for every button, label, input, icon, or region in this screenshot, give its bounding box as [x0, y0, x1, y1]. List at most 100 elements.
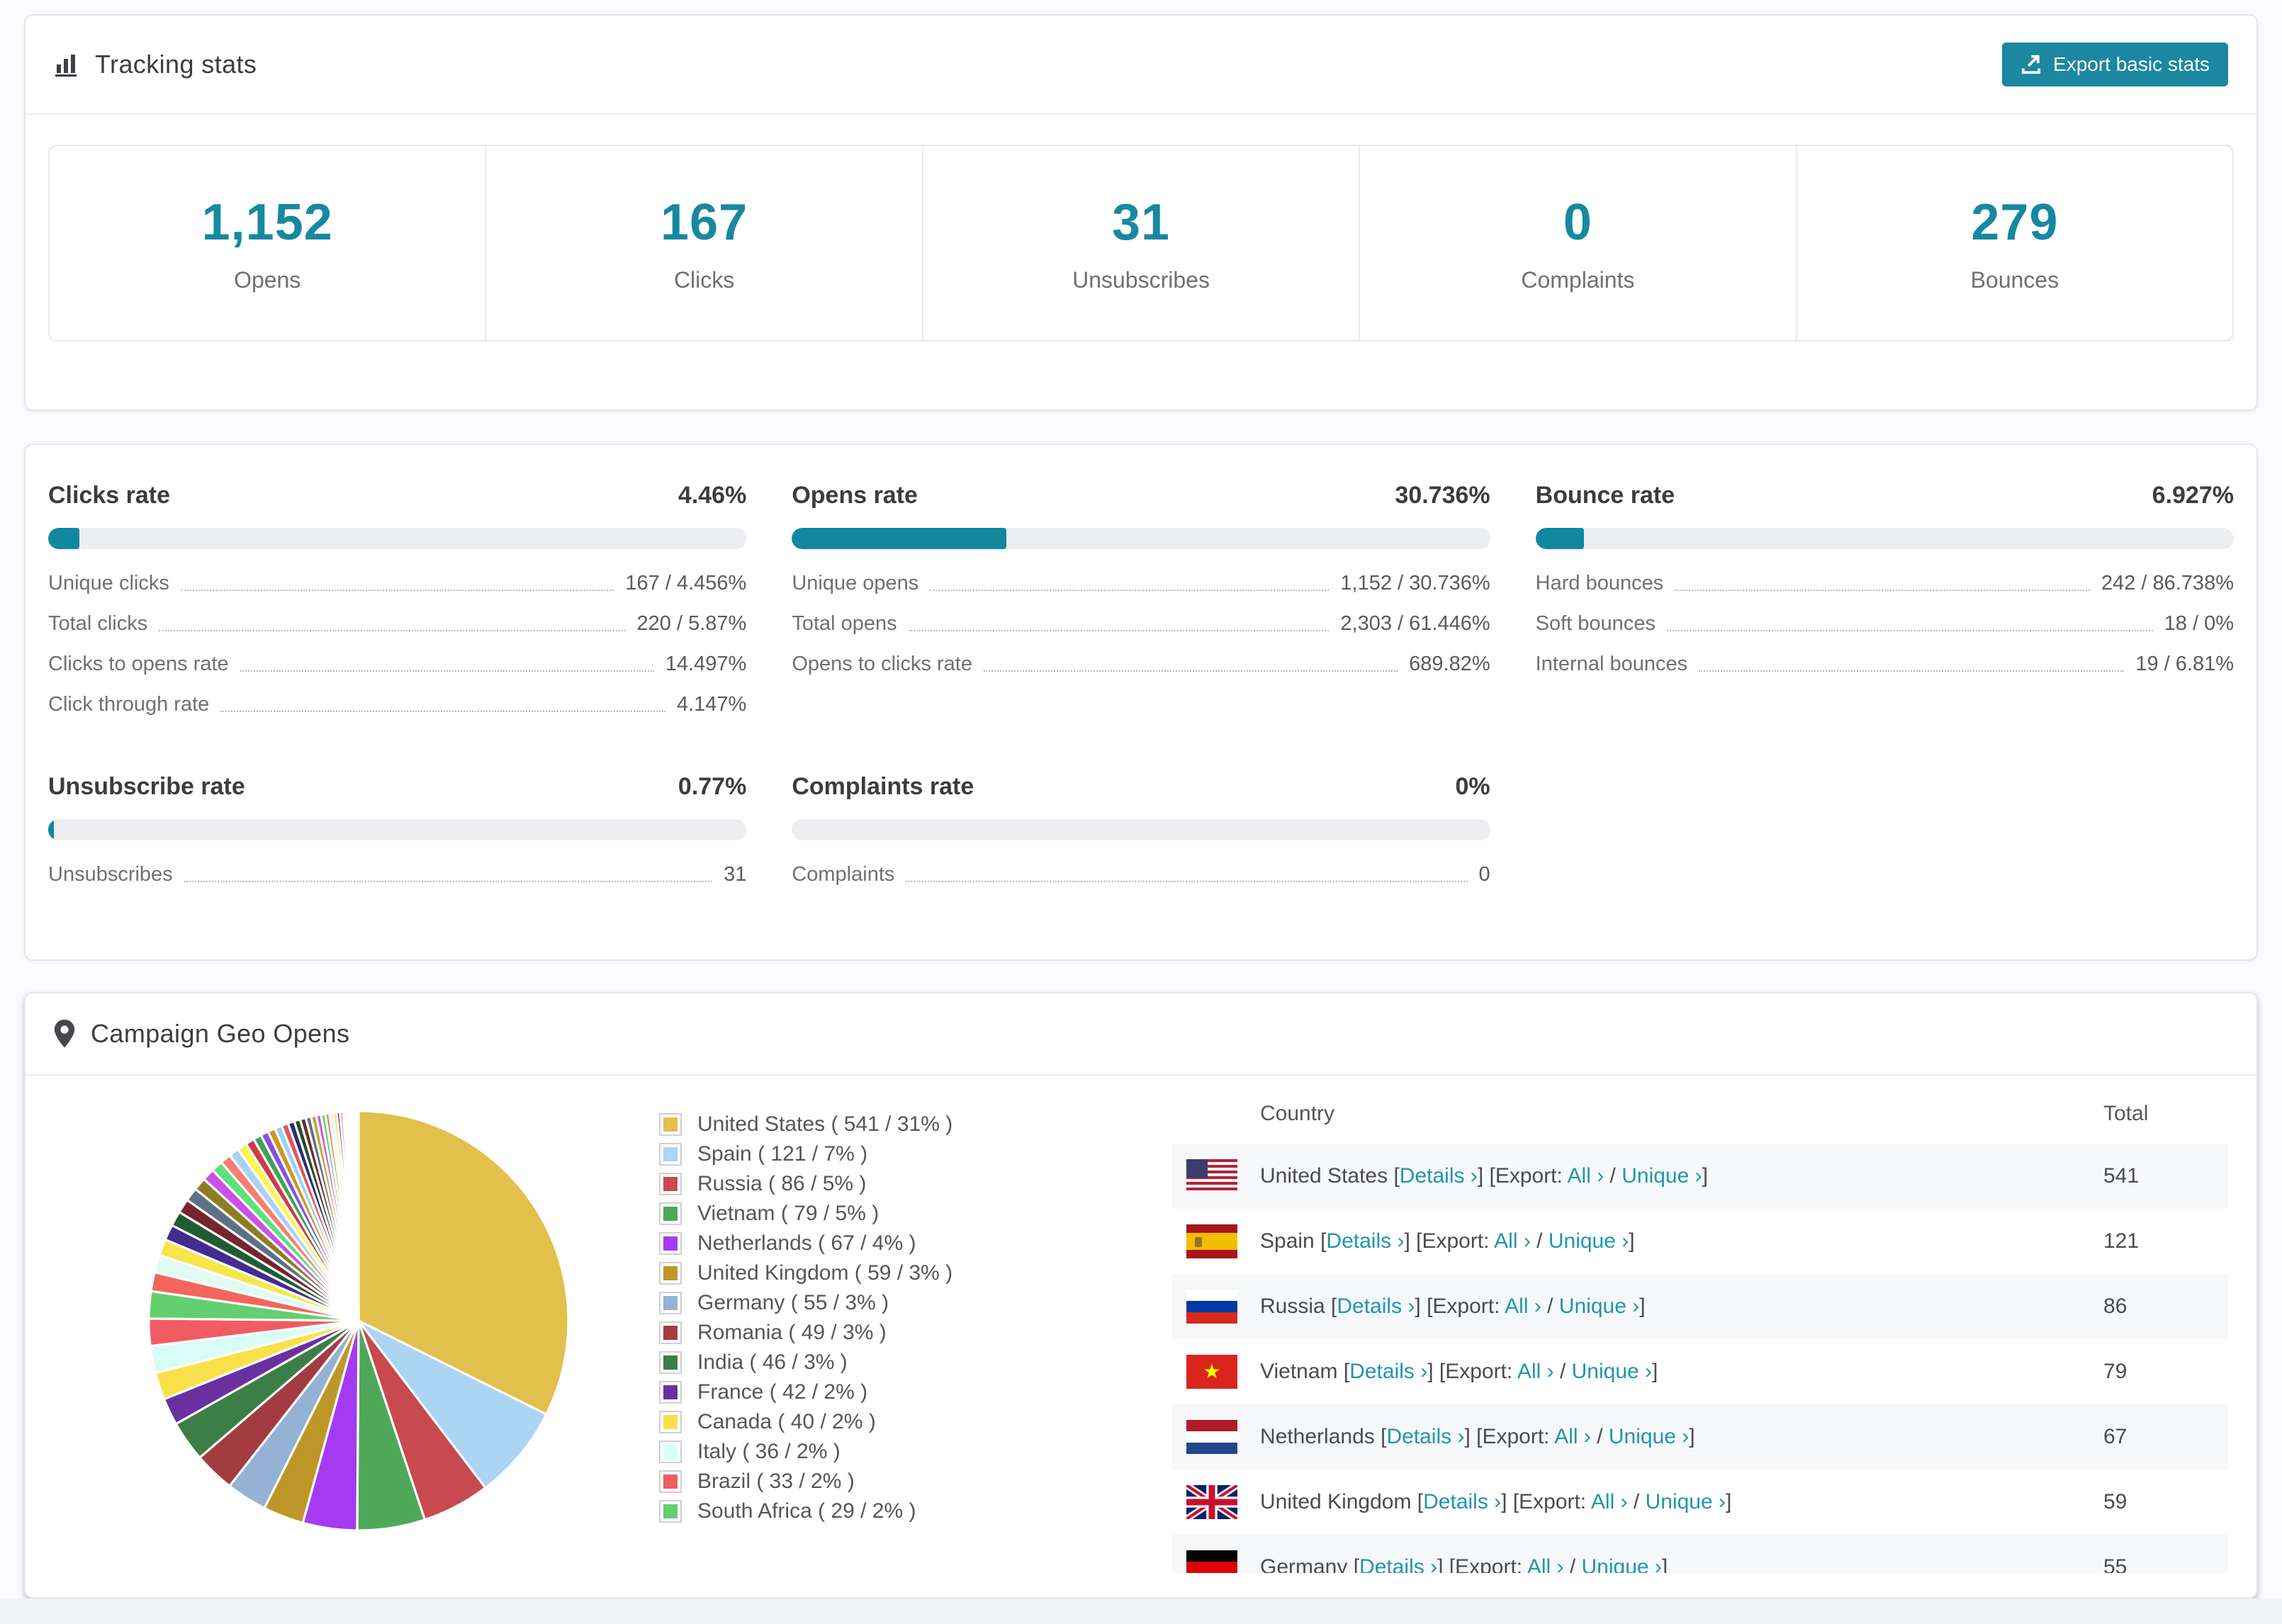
details-link[interactable]: Details › [1386, 1425, 1464, 1448]
separator-text: / [1590, 1425, 1609, 1448]
export-unique-link[interactable]: Unique › [1582, 1555, 1662, 1573]
legend-label: Russia ( 86 / 5% ) [697, 1172, 867, 1195]
dotted-leader [906, 881, 1468, 882]
legend-swatch [659, 1470, 682, 1493]
legend-swatch [659, 1292, 682, 1314]
rate-row-value: 242 / 86.738% [2101, 572, 2234, 594]
progress-bar-unsubscribe-rate [48, 819, 747, 840]
export-basic-stats-button[interactable]: Export basic stats [2002, 43, 2228, 86]
legend-label: France ( 42 / 2% ) [697, 1380, 868, 1404]
geo-table-header-row: Country Total [1172, 1084, 2228, 1144]
rate-block-clicks-rate: Clicks rate 4.46% Unique clicks 167 / 4.456… [48, 482, 747, 716]
bracket-text: ] [1629, 1229, 1635, 1253]
us-flag-icon [1186, 1159, 1237, 1193]
rate-row-unsubscribes: Unsubscribes 31 [48, 863, 746, 886]
page-background-strip [0, 1598, 2282, 1624]
legend-item-italy: Italy ( 36 / 2% ) [659, 1437, 1086, 1467]
rate-row-value: 0 [1478, 863, 1490, 886]
details-link[interactable]: Details › [1326, 1229, 1404, 1253]
export-unique-link[interactable]: Unique › [1548, 1229, 1629, 1253]
map-pin-icon [54, 1020, 75, 1048]
rate-row-label: Unique opens [792, 572, 919, 594]
legend-item-united-states: United States ( 541 / 31% ) [659, 1110, 1086, 1139]
table-row-germany: Germany [Details ›] [Export: All › / Uni… [1172, 1535, 2228, 1573]
rate-value: 4.46% [678, 482, 747, 509]
legend-swatch [659, 1262, 682, 1285]
country-row-text: Spain [Details ›] [Export: All › / Uniqu… [1260, 1229, 1635, 1253]
country-row-text: Russia [Details ›] [Export: All › / Uniq… [1260, 1295, 1646, 1319]
export-unique-link[interactable]: Unique › [1609, 1425, 1689, 1448]
country-row-text: Germany [Details ›] [Export: All › / Uni… [1260, 1555, 1668, 1573]
legend-swatch [659, 1440, 682, 1463]
rate-header-unsubscribe-rate: Unsubscribe rate 0.77% [48, 773, 746, 801]
export-unique-link[interactable]: Unique › [1559, 1295, 1639, 1318]
rate-title: Bounce rate [1535, 482, 1675, 509]
export-all-link[interactable]: All › [1554, 1425, 1591, 1448]
export-all-link[interactable]: All › [1591, 1490, 1628, 1513]
table-row-united-states: United States [Details ›] [Export: All ›… [1172, 1144, 2228, 1209]
country-cell: Vietnam [Details ›] [Export: All › / Uni… [1186, 1355, 2103, 1389]
legend-item-netherlands: Netherlands ( 67 / 4% ) [659, 1229, 1086, 1258]
export-icon [2020, 54, 2042, 75]
legend-label: Vietnam ( 79 / 5% ) [697, 1202, 879, 1225]
details-link[interactable]: Details › [1337, 1295, 1415, 1318]
export-unique-link[interactable]: Unique › [1646, 1490, 1726, 1513]
legend-item-vietnam: Vietnam ( 79 / 5% ) [659, 1199, 1086, 1229]
export-all-link[interactable]: All › [1568, 1164, 1604, 1188]
details-link[interactable]: Details › [1359, 1555, 1437, 1573]
table-row-vietnam: Vietnam [Details ›] [Export: All › / Uni… [1172, 1339, 2228, 1404]
legend-label: India ( 46 / 3% ) [697, 1350, 848, 1374]
legend-item-india: India ( 46 / 3% ) [659, 1348, 1086, 1377]
rate-row-hard-bounces: Hard bounces 242 / 86.738% [1536, 572, 2234, 595]
total-cell: 55 [2103, 1555, 2128, 1573]
stat-label-complaints: Complaints [1521, 266, 1635, 293]
tracking-stats-title: Tracking stats [95, 50, 257, 79]
rate-row-label: Unique clicks [48, 572, 169, 594]
progress-bar-opens-rate [792, 528, 1490, 549]
legend-item-canada: Canada ( 40 / 2% ) [659, 1407, 1086, 1437]
details-link[interactable]: Details › [1400, 1164, 1478, 1188]
export-all-link[interactable]: All › [1494, 1229, 1531, 1253]
nl-flag-icon [1186, 1420, 1237, 1454]
country-cell: Russia [Details ›] [Export: All › / Uniq… [1186, 1290, 2103, 1324]
export-unique-link[interactable]: Unique › [1621, 1164, 1702, 1188]
export-all-link[interactable]: All › [1527, 1555, 1564, 1573]
export-all-link[interactable]: All › [1505, 1295, 1541, 1318]
export-all-link[interactable]: All › [1517, 1360, 1554, 1383]
bracket-text: ] [Export: [1477, 1164, 1568, 1188]
geo-table-body: United States [Details ›] [Export: All ›… [1172, 1144, 2228, 1573]
progress-bar-clicks-rate [48, 528, 747, 549]
bracket-text: ] [1702, 1164, 1708, 1188]
dotted-leader [908, 630, 1330, 631]
pie-slice-53[interactable] [356, 1110, 360, 1322]
legend-label: Brazil ( 33 / 2% ) [697, 1470, 855, 1493]
table-row-united-kingdom: United Kingdom [Details ›] [Export: All … [1172, 1470, 2228, 1535]
rate-row-value: 2,303 / 61.446% [1340, 612, 1490, 635]
rates-card: Clicks rate 4.46% Unique clicks 167 / 4.456… [24, 444, 2258, 961]
country-name: United States [ [1260, 1164, 1400, 1188]
stat-value-clicks: 167 [661, 193, 748, 251]
rate-block-bounce-rate: Bounce rate 6.927% Hard bounces 242 / 86.73… [1535, 482, 2234, 716]
legend-item-russia: Russia ( 86 / 5% ) [659, 1169, 1086, 1199]
legend-item-spain: Spain ( 121 / 7% ) [659, 1139, 1086, 1169]
stat-label-bounces: Bounces [1970, 266, 2059, 293]
rate-row-label: Clicks to opens rate [48, 653, 229, 675]
country-name: Spain [ [1260, 1229, 1327, 1253]
separator-text: / [1604, 1164, 1622, 1188]
dotted-leader [930, 590, 1330, 591]
rate-rows: Unsubscribes 31 [48, 863, 746, 886]
dashboard-page: Tracking stats Export basic stats 1,152 O… [0, 0, 2282, 1624]
rate-grid: Clicks rate 4.46% Unique clicks 167 / 4.456… [26, 445, 2256, 886]
rate-row-value: 31 [724, 863, 747, 886]
legend-swatch [659, 1113, 682, 1136]
country-cell: United Kingdom [Details ›] [Export: All … [1186, 1485, 2103, 1519]
bracket-text: ] [Export: [1437, 1555, 1527, 1573]
bracket-text: ] [Export: [1464, 1425, 1555, 1448]
details-link[interactable]: Details › [1349, 1360, 1427, 1383]
total-cell: 79 [2103, 1360, 2128, 1383]
legend-item-germany: Germany ( 55 / 3% ) [659, 1288, 1086, 1318]
export-unique-link[interactable]: Unique › [1572, 1360, 1652, 1383]
separator-text: / [1563, 1555, 1582, 1573]
legend-swatch [659, 1411, 682, 1433]
details-link[interactable]: Details › [1423, 1490, 1501, 1513]
